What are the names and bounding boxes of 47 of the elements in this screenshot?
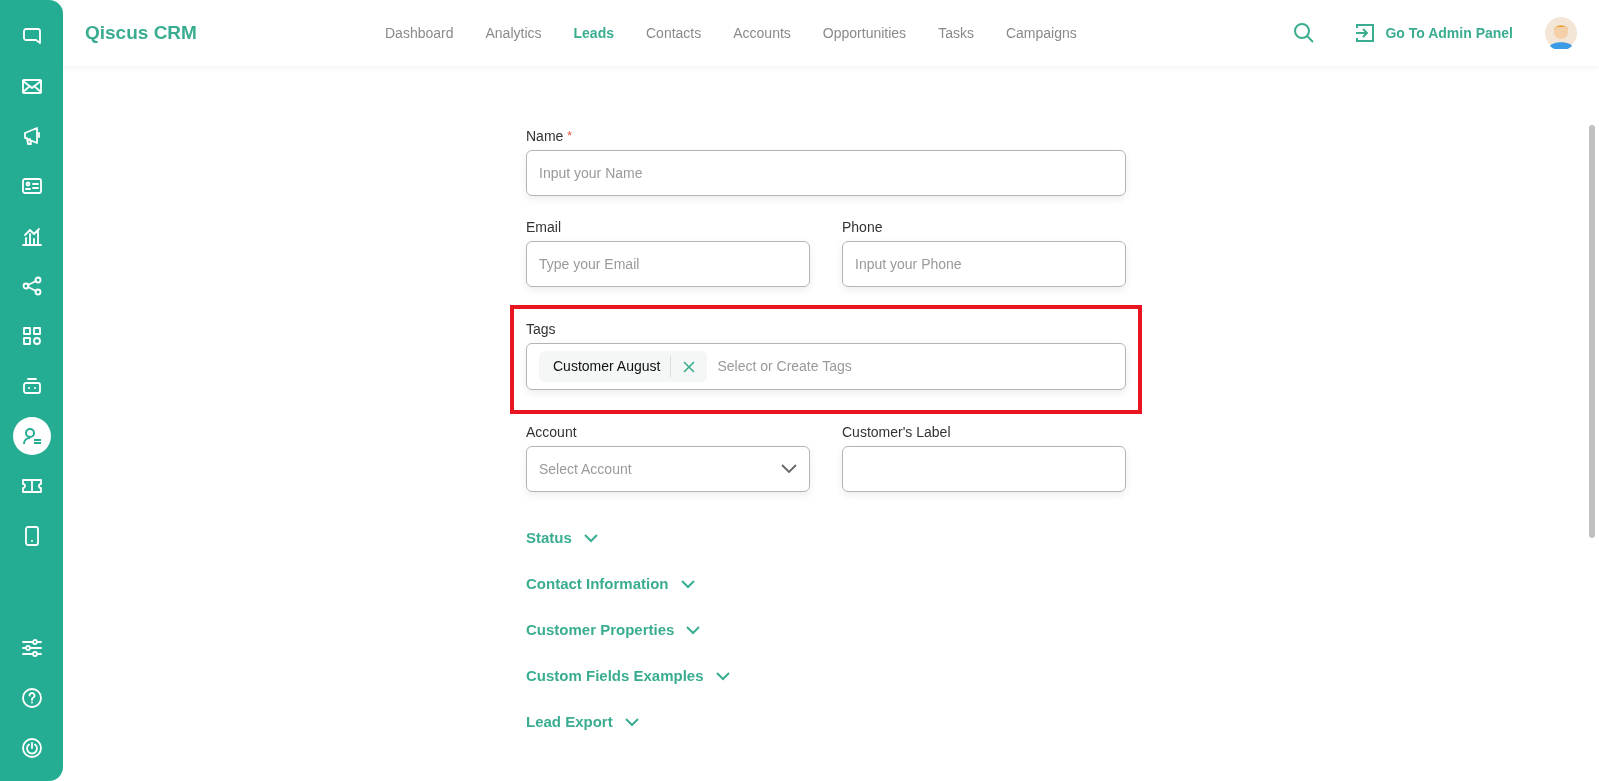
- search-icon[interactable]: [1293, 22, 1316, 44]
- nav-tab[interactable]: Contacts: [646, 22, 702, 44]
- grid-icon: [20, 325, 43, 347]
- field-label: Phone: [842, 219, 883, 236]
- nav-tab[interactable]: Analytics: [485, 22, 542, 44]
- avatar[interactable]: [1545, 17, 1577, 49]
- nav-tab[interactable]: Leads: [573, 22, 614, 44]
- customers-label-field[interactable]: [842, 446, 1126, 492]
- sliders-icon: [20, 637, 43, 659]
- field-label: Name: [526, 128, 564, 145]
- field-label: Tags: [526, 321, 556, 338]
- field-label: Email: [526, 219, 561, 236]
- sidebar-item[interactable]: [12, 417, 51, 455]
- section-toggle[interactable]: Custom Fields Examples: [526, 665, 1126, 688]
- section-toggle[interactable]: Status: [526, 527, 1126, 550]
- email-field[interactable]: Type your Email: [526, 241, 810, 287]
- nav-tab[interactable]: Opportunities: [822, 22, 907, 44]
- power-icon: [20, 737, 43, 759]
- phone-field[interactable]: Input your Phone: [842, 241, 1126, 287]
- admin-panel-link[interactable]: Go To Admin Panel: [1355, 22, 1513, 44]
- tag-label: Customer August: [553, 356, 672, 377]
- chevron-down-icon: [781, 464, 797, 474]
- tag-chip[interactable]: Customer August: [539, 351, 708, 382]
- required-mark: *: [567, 128, 573, 145]
- nav-tab[interactable]: Tasks: [938, 22, 974, 44]
- name-field[interactable]: Input your Name: [526, 150, 1126, 196]
- nav-tab[interactable]: Campaigns: [1005, 22, 1077, 44]
- robot-icon: [20, 375, 43, 397]
- bar-chart-icon: [20, 225, 43, 247]
- share-nodes-icon: [20, 275, 43, 297]
- section-toggle[interactable]: Customer Properties: [526, 619, 1126, 642]
- nav-tab[interactable]: Dashboard: [385, 22, 454, 44]
- chat-bubble-icon: [20, 25, 43, 47]
- remove-icon[interactable]: [683, 360, 696, 373]
- scrollbar[interactable]: [1589, 125, 1595, 538]
- id-card-icon: [20, 175, 43, 197]
- app-logo[interactable]: Qiscus CRM: [85, 18, 385, 48]
- field-label: Customer's Label: [842, 424, 951, 441]
- section-toggle[interactable]: Contact Information: [526, 573, 1126, 596]
- help-icon: [20, 687, 43, 709]
- account-select[interactable]: Select Account: [526, 446, 810, 492]
- enter-icon: [1355, 23, 1376, 43]
- nav-tab[interactable]: Accounts: [733, 22, 791, 44]
- field-label: Account: [526, 424, 577, 441]
- section-toggle[interactable]: Lead Export: [526, 711, 1126, 734]
- agent-icon: [20, 425, 43, 447]
- tags-field[interactable]: Customer August Select or Create Tags: [526, 343, 1126, 390]
